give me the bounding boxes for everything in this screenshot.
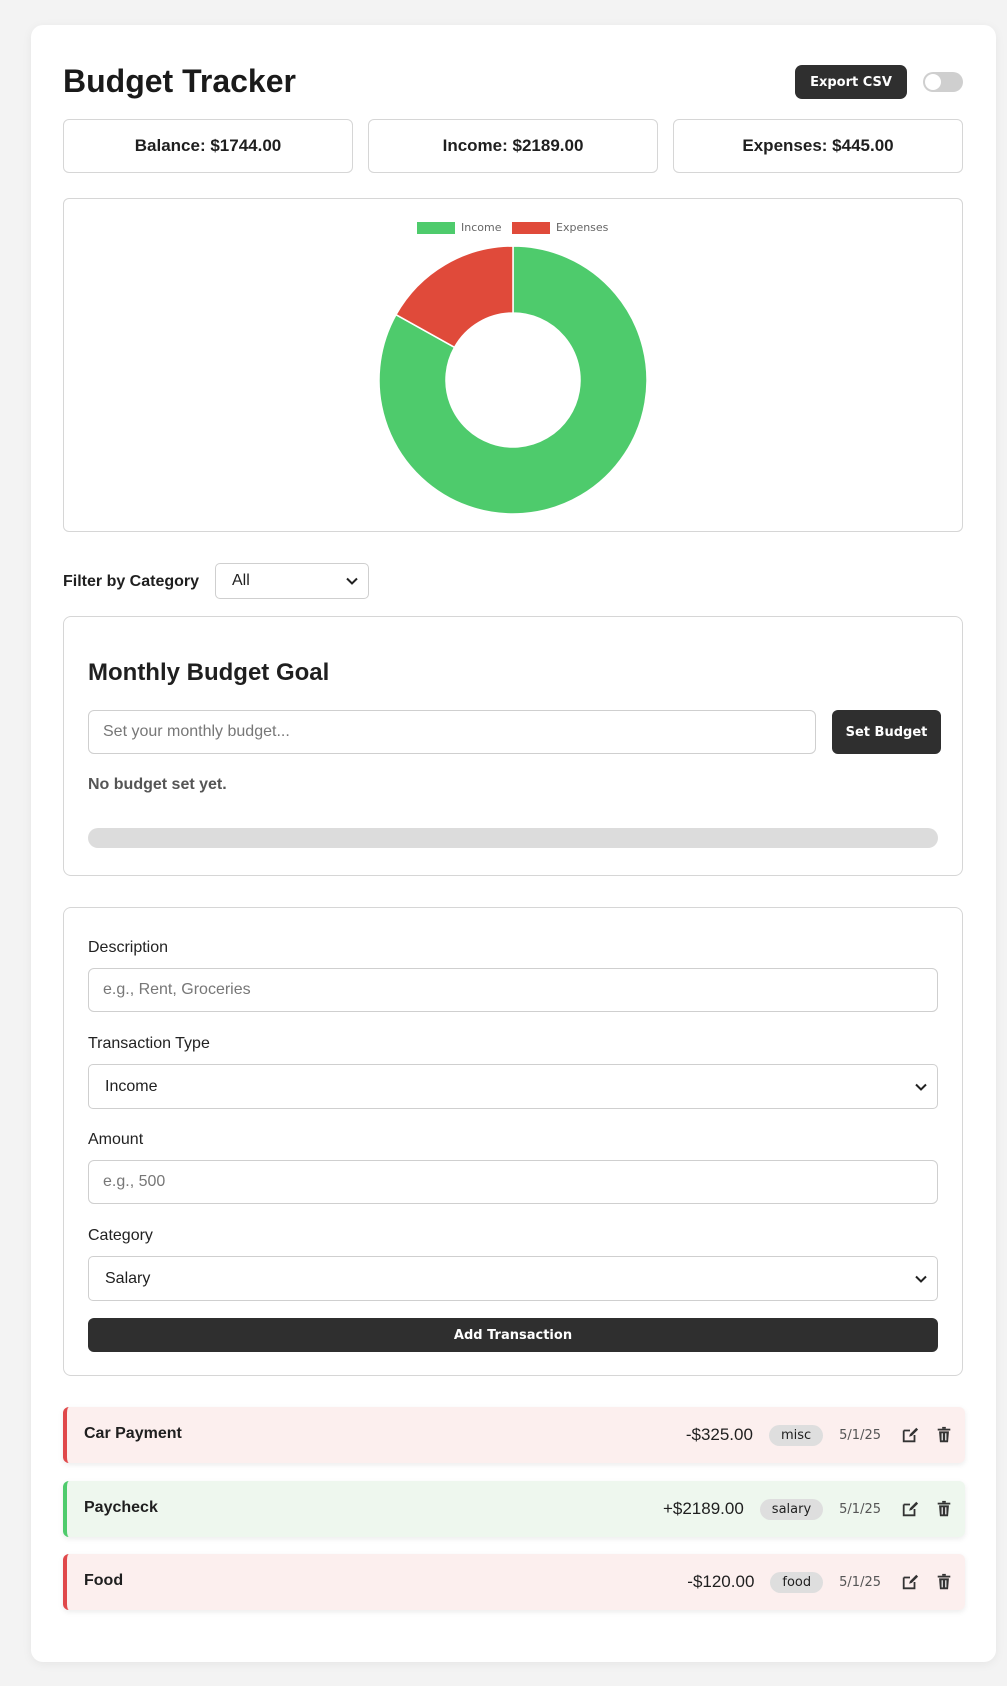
toggle-knob [925,74,941,90]
trash-icon[interactable] [935,1573,953,1591]
transaction-item: Paycheck +$2189.00 salary 5/1/25 [63,1481,965,1537]
page-title: Budget Tracker [63,63,296,99]
income-stat: Income: $2189.00 [368,119,658,173]
transaction-date: 5/1/25 [839,1501,881,1517]
transaction-amount: -$325.00 [685,1425,753,1444]
transaction-date: 5/1/25 [839,1427,881,1443]
transaction-form: Description Transaction Type Income Amou… [63,907,963,1376]
category-badge: misc [768,1424,824,1446]
transaction-description: Food [84,1572,124,1589]
category-value: Salary [105,1269,151,1287]
category-badge: food [770,1571,824,1593]
transaction-amount: -$120.00 [687,1572,755,1591]
legend-label-income: Income [461,221,502,234]
category-label: Category [88,1227,153,1244]
transaction-meta: -$120.00 food 5/1/25 [687,1554,953,1610]
budget-input[interactable] [88,710,816,754]
transaction-item: Food -$120.00 food 5/1/25 [63,1554,965,1610]
trash-icon[interactable] [935,1426,953,1444]
transaction-type-value: Income [105,1077,158,1095]
goal-title: Monthly Budget Goal [88,659,330,686]
balance-stat: Balance: $1744.00 [63,119,353,173]
amount-label: Amount [88,1131,144,1148]
summary-stats: Balance: $1744.00 Income: $2189.00 Expen… [63,119,963,173]
legend-label-expenses: Expenses [556,221,609,234]
category-filter-select[interactable]: All [215,563,369,599]
filter-selected-value: All [232,572,250,589]
header: Budget Tracker Export CSV [63,57,963,105]
legend-swatch-income [417,222,455,234]
transaction-type-label: Transaction Type [88,1035,210,1052]
expenses-stat: Expenses: $445.00 [673,119,963,173]
legend-item-income[interactable]: Income [417,221,501,234]
chart-panel: Income Expenses [63,198,963,532]
transaction-description: Paycheck [84,1499,158,1516]
description-label: Description [88,939,169,956]
category-filter: Filter by Category All [63,563,963,601]
transaction-description: Car Payment [84,1425,182,1442]
transaction-meta: -$325.00 misc 5/1/25 [686,1407,953,1463]
chevron-down-icon [346,577,358,585]
edit-icon[interactable] [901,1573,919,1591]
trash-icon[interactable] [935,1500,953,1518]
budget-progress-bar [88,828,938,848]
budget-status: No budget set yet. [88,776,227,793]
donut-chart [378,245,648,515]
transaction-amount: +$2189.00 [662,1499,744,1518]
legend-swatch-expenses [512,222,550,234]
transaction-type-select[interactable]: Income [88,1064,938,1109]
category-badge: salary [759,1498,824,1520]
export-csv-button[interactable]: Export CSV [795,65,907,99]
description-input[interactable] [88,968,938,1012]
add-transaction-button[interactable]: Add Transaction [88,1318,938,1352]
set-budget-button[interactable]: Set Budget [832,710,941,754]
budget-goal-panel: Monthly Budget Goal Set Budget No budget… [63,616,963,876]
transaction-meta: +$2189.00 salary 5/1/25 [663,1481,953,1537]
theme-toggle[interactable] [923,72,963,92]
edit-icon[interactable] [901,1500,919,1518]
filter-label: Filter by Category [63,573,200,590]
legend-item-expenses[interactable]: Expenses [512,221,608,234]
chevron-down-icon [915,1275,927,1283]
transaction-date: 5/1/25 [839,1574,881,1590]
amount-input[interactable] [88,1160,938,1204]
chevron-down-icon [915,1083,927,1091]
app-card: Budget Tracker Export CSV Balance: $1744… [31,25,996,1662]
edit-icon[interactable] [901,1426,919,1444]
category-select[interactable]: Salary [88,1256,938,1301]
transaction-item: Car Payment -$325.00 misc 5/1/25 [63,1407,965,1463]
